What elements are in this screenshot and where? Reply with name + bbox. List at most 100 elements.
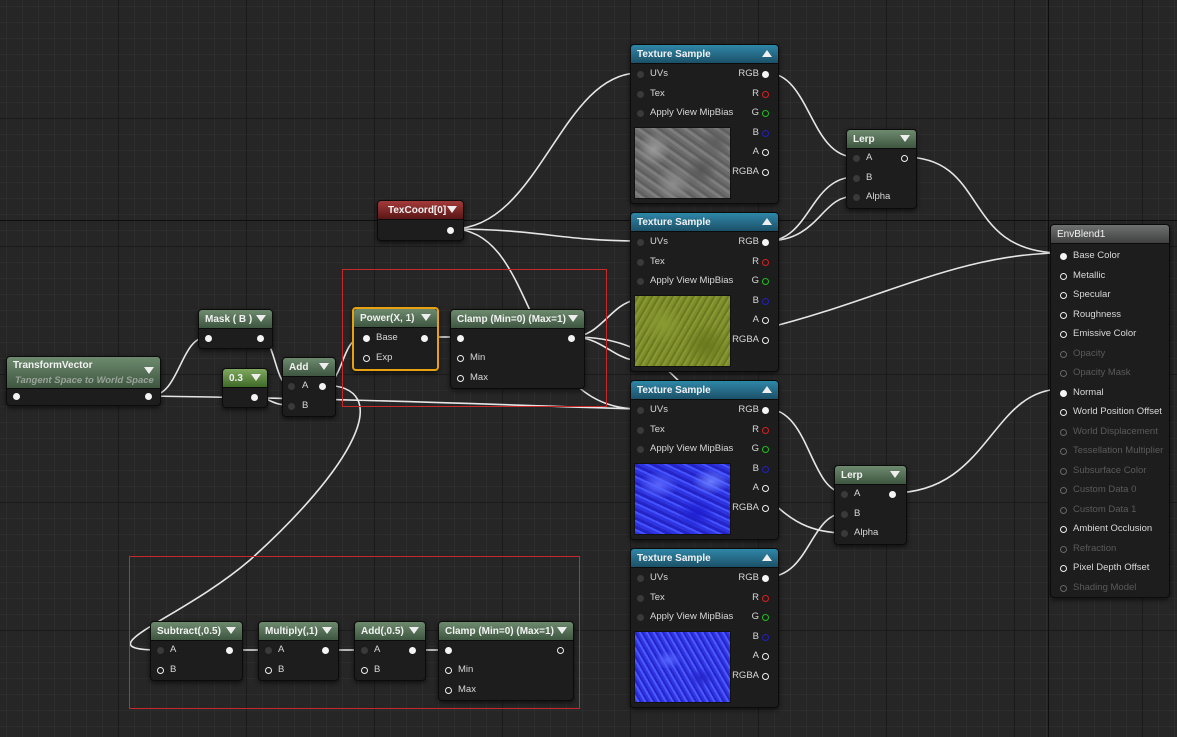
input-pin-mipbias[interactable] — [637, 110, 644, 117]
input-pin-a[interactable] — [361, 647, 368, 654]
output-pin-a[interactable] — [762, 653, 769, 660]
lerp-node-top[interactable]: Lerp A B Alpha — [846, 129, 917, 209]
output-pin[interactable] — [226, 647, 233, 654]
input-pin[interactable] — [457, 335, 464, 342]
input-pin-tex[interactable] — [637, 427, 644, 434]
transform-vector-node[interactable]: TransformVector Tangent Space to World S… — [6, 356, 161, 406]
input-pin-uvs[interactable] — [637, 239, 644, 246]
input-pin-max[interactable] — [457, 375, 464, 382]
output-pin-rgba[interactable] — [762, 673, 769, 680]
input-pin-b[interactable] — [157, 667, 164, 674]
output-pin[interactable] — [251, 394, 258, 401]
input-pin-a[interactable] — [841, 491, 848, 498]
collapse-arrow-icon[interactable] — [890, 471, 900, 478]
output-pin-rgb[interactable] — [762, 239, 769, 246]
output-pin[interactable] — [889, 491, 896, 498]
input-pin[interactable] — [13, 393, 20, 400]
input-pin-mipbias[interactable] — [637, 446, 644, 453]
texture-sample-node-1[interactable]: Texture Sample UVs Tex Apply View MipBia… — [630, 44, 779, 204]
output-pin[interactable] — [557, 647, 564, 654]
collapse-arrow-icon[interactable] — [226, 627, 236, 634]
collapse-arrow-icon[interactable] — [762, 386, 772, 393]
input-pin-max[interactable] — [445, 687, 452, 694]
output-pin-rgba[interactable] — [762, 169, 769, 176]
output-pin-g[interactable] — [762, 278, 769, 285]
input-pin-alpha[interactable] — [853, 194, 860, 201]
output-pin[interactable] — [568, 335, 575, 342]
material-input-pin[interactable] — [1060, 565, 1067, 572]
constant-node[interactable]: 0.3 — [222, 368, 268, 408]
input-pin-exp[interactable] — [363, 355, 370, 362]
mask-node[interactable]: Mask ( B ) — [198, 309, 273, 349]
material-input-pin[interactable] — [1060, 389, 1067, 397]
input-pin-tex[interactable] — [637, 595, 644, 602]
input-pin[interactable] — [205, 335, 212, 342]
output-pin-b[interactable] — [762, 466, 769, 473]
collapse-arrow-icon[interactable] — [319, 363, 329, 370]
output-pin[interactable] — [257, 335, 264, 342]
collapse-arrow-icon[interactable] — [762, 554, 772, 561]
collapse-arrow-icon[interactable] — [409, 627, 419, 634]
input-pin-tex[interactable] — [637, 259, 644, 266]
output-pin-r[interactable] — [762, 259, 769, 266]
output-pin[interactable] — [145, 393, 152, 400]
texture-sample-node-4[interactable]: Texture Sample UVs Tex Apply View MipBia… — [630, 548, 779, 708]
output-pin-r[interactable] — [762, 91, 769, 98]
output-pin-rgba[interactable] — [762, 337, 769, 344]
material-input-pin[interactable] — [1060, 311, 1067, 319]
output-pin-r[interactable] — [762, 427, 769, 434]
add-node[interactable]: Add A B — [282, 357, 336, 417]
material-input-pin[interactable] — [1060, 409, 1067, 416]
output-pin-rgb[interactable] — [762, 71, 769, 78]
input-pin-min[interactable] — [457, 355, 464, 362]
output-pin-b[interactable] — [762, 634, 769, 641]
input-pin-b[interactable] — [288, 403, 295, 410]
input-pin-a[interactable] — [265, 647, 272, 654]
output-pin-r[interactable] — [762, 595, 769, 602]
input-pin-alpha[interactable] — [841, 530, 848, 537]
input-pin-b[interactable] — [841, 511, 848, 518]
output-pin-rgb[interactable] — [762, 407, 769, 414]
subtract-node[interactable]: Subtract(,0.5) A B — [150, 621, 243, 681]
output-pin-a[interactable] — [762, 149, 769, 156]
input-pin-b[interactable] — [265, 667, 272, 674]
output-pin-rgba[interactable] — [762, 505, 769, 512]
collapse-arrow-icon[interactable] — [322, 627, 332, 634]
input-pin-mipbias[interactable] — [637, 614, 644, 621]
output-pin-rgb[interactable] — [762, 575, 769, 582]
output-pin[interactable] — [319, 383, 326, 390]
output-pin[interactable] — [447, 227, 454, 234]
output-pin-g[interactable] — [762, 110, 769, 117]
input-pin-a[interactable] — [288, 383, 295, 390]
material-input-pin[interactable] — [1060, 272, 1067, 280]
texcoord-node[interactable]: TexCoord[0] — [377, 200, 464, 241]
power-node[interactable]: Power(X, 1) Base Exp — [352, 307, 439, 371]
material-output-node[interactable]: EnvBlend1 Base Color Metallic Specular Roug… — [1050, 224, 1170, 598]
input-pin-base[interactable] — [363, 335, 370, 342]
multiply-node[interactable]: Multiply(,1) A B — [258, 621, 339, 681]
material-input-pin[interactable] — [1060, 331, 1067, 338]
collapse-arrow-icon[interactable] — [251, 374, 261, 381]
input-pin-mipbias[interactable] — [637, 278, 644, 285]
input-pin-min[interactable] — [445, 667, 452, 674]
output-pin-b[interactable] — [762, 298, 769, 305]
output-pin-a[interactable] — [762, 317, 769, 324]
material-input-pin[interactable] — [1060, 292, 1067, 299]
output-pin-a[interactable] — [762, 485, 769, 492]
output-pin[interactable] — [901, 155, 908, 162]
collapse-arrow-icon[interactable] — [557, 627, 567, 634]
collapse-arrow-icon[interactable] — [900, 135, 910, 142]
input-pin[interactable] — [445, 647, 452, 654]
output-pin[interactable] — [409, 647, 416, 654]
output-pin-b[interactable] — [762, 130, 769, 137]
collapse-arrow-icon[interactable] — [144, 367, 154, 374]
clamp-node-bottom[interactable]: Clamp (Min=0) (Max=1) Min Max — [438, 621, 574, 701]
lerp-node-bottom[interactable]: Lerp A B Alpha — [834, 465, 907, 545]
clamp-node-top[interactable]: Clamp (Min=0) (Max=1) Min Max — [450, 309, 585, 389]
input-pin-a[interactable] — [157, 647, 164, 654]
texture-sample-node-3[interactable]: Texture Sample UVs Tex Apply View MipBia… — [630, 380, 779, 540]
output-pin[interactable] — [322, 647, 329, 654]
add-half-node[interactable]: Add(,0.5) A B — [354, 621, 426, 681]
input-pin-uvs[interactable] — [637, 575, 644, 582]
input-pin-b[interactable] — [853, 175, 860, 182]
